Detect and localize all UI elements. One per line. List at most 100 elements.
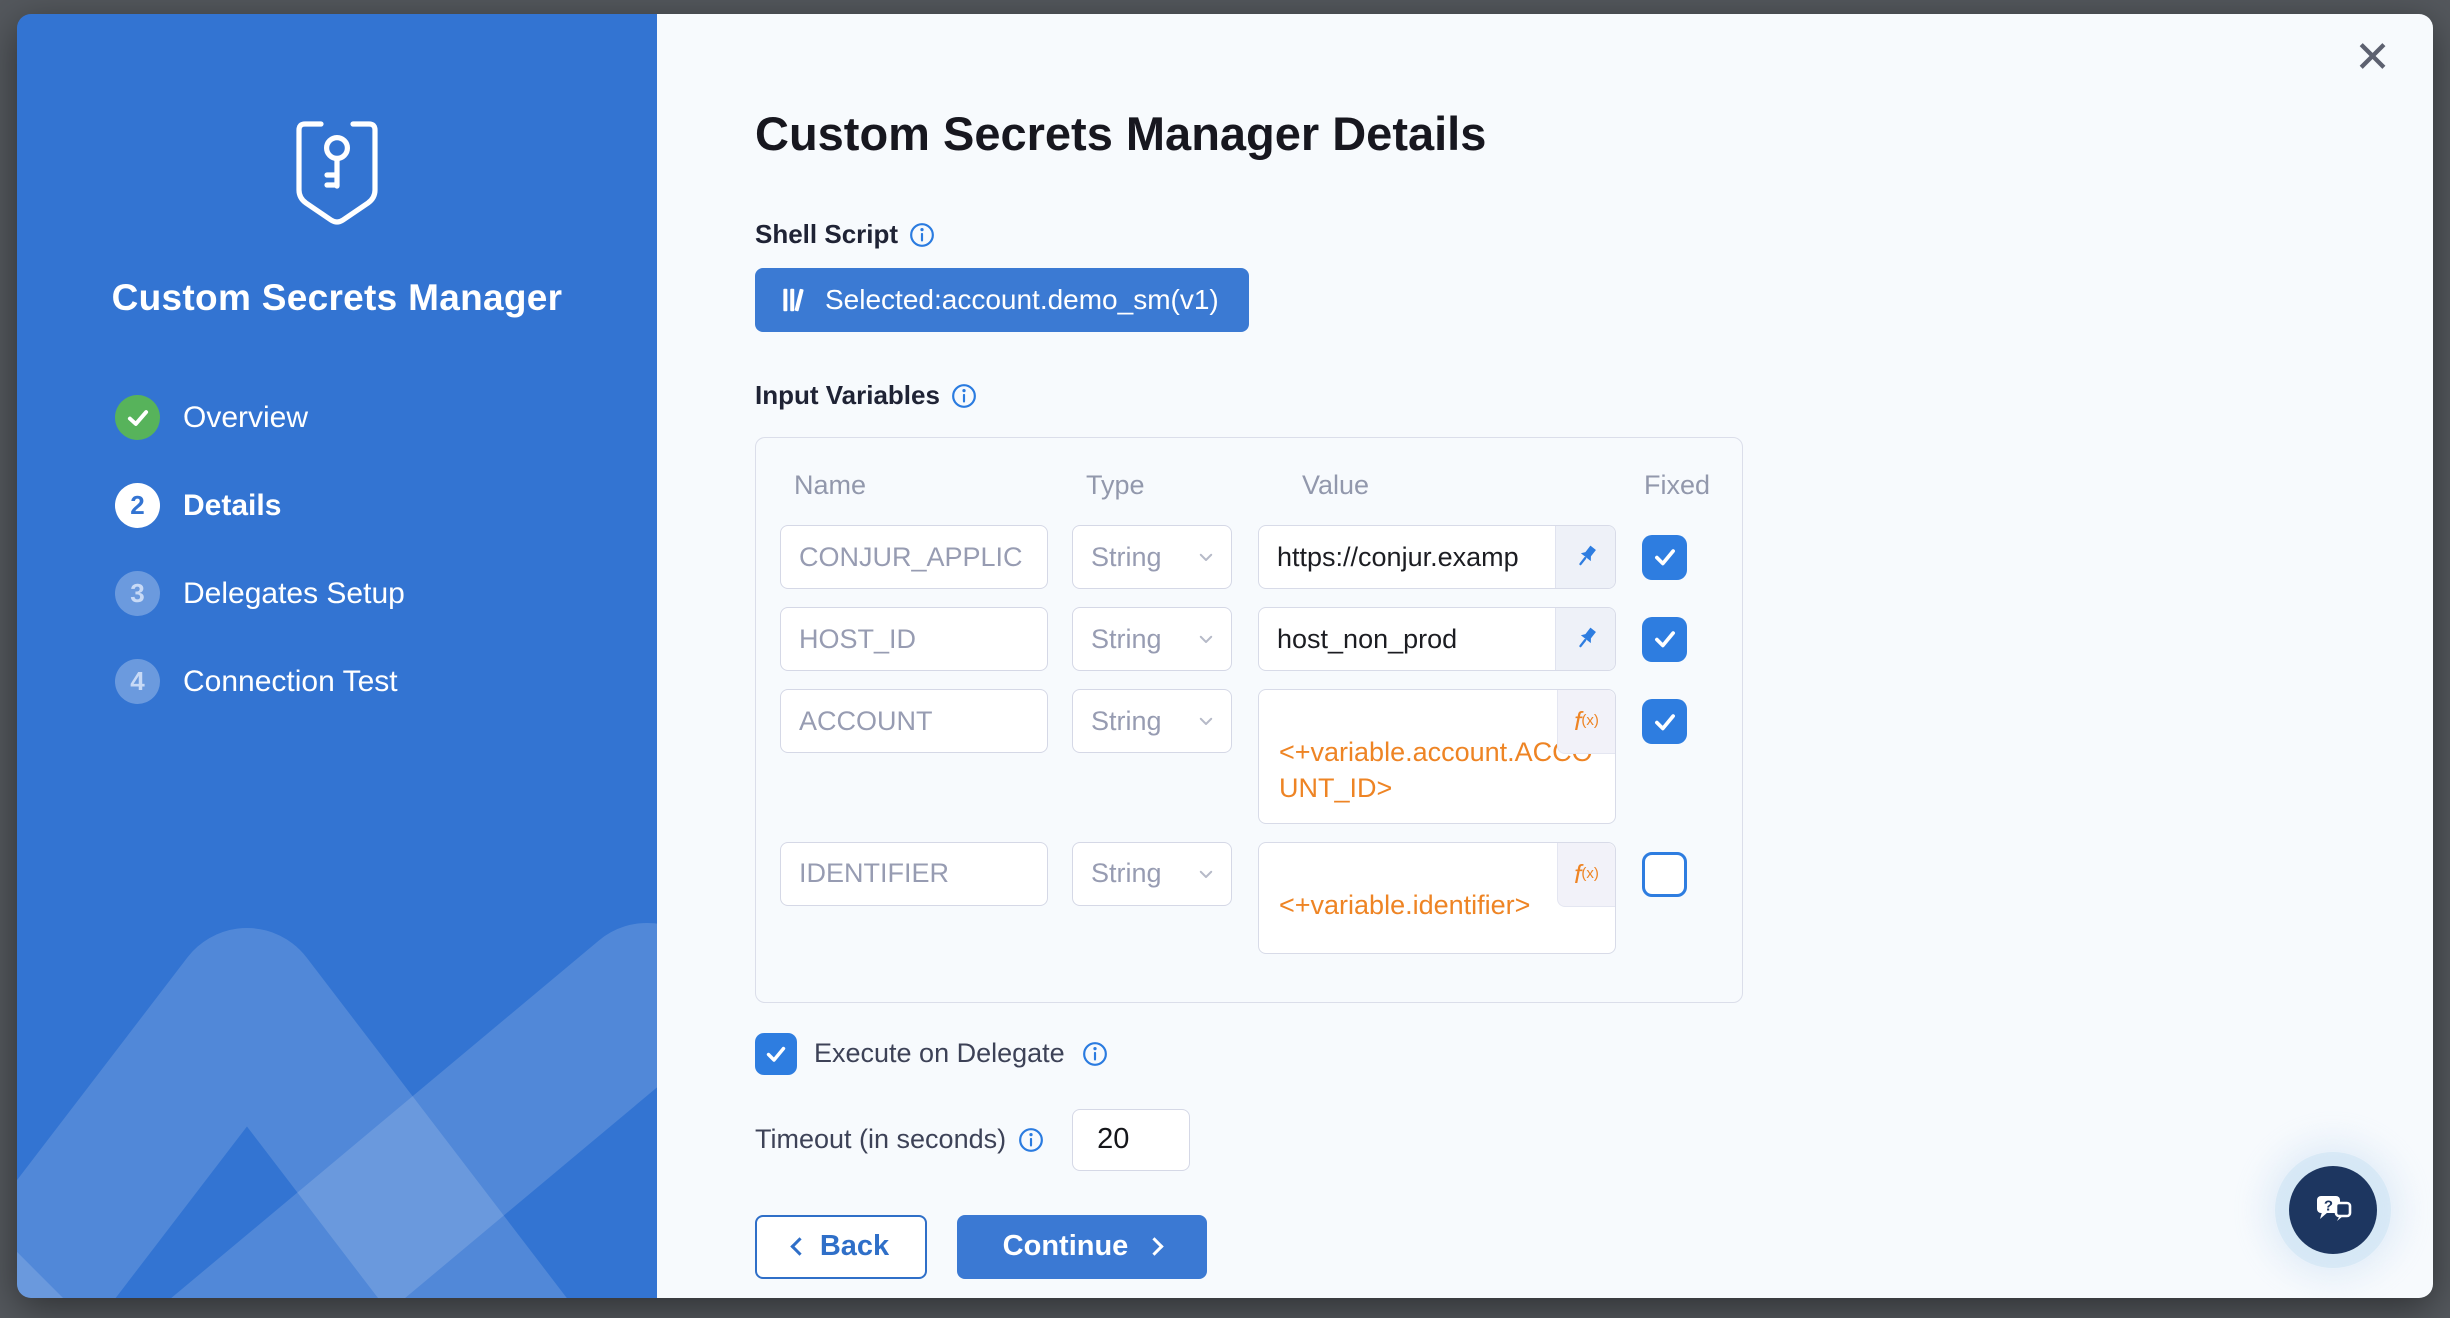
chevron-down-icon (1197, 630, 1215, 648)
step-status-circle: 1 (115, 395, 160, 440)
column-header-fixed: Fixed (1644, 470, 1718, 501)
table-row: String https://conjur.examp (780, 525, 1718, 589)
chevron-right-icon (1146, 1238, 1164, 1256)
step-number: 4 (130, 666, 144, 697)
step-label: Connection Test (183, 665, 398, 699)
step-label: Details (183, 489, 281, 523)
chevron-down-icon (1197, 865, 1215, 883)
table-row: String host_non_prod (780, 607, 1718, 671)
fixed-checkbox[interactable] (1642, 852, 1687, 897)
sidebar-step-details[interactable]: 2 Details (115, 483, 657, 528)
variable-value-text: https://conjur.examp (1259, 526, 1555, 588)
variable-expression-field[interactable]: <+variable.account.ACCOUNT_ID> f(x) (1258, 689, 1616, 824)
variable-type-value: String (1091, 858, 1162, 889)
check-icon (1652, 626, 1678, 652)
variable-name-input[interactable] (780, 607, 1048, 671)
step-done-check-icon (125, 405, 151, 431)
variable-value-field[interactable]: https://conjur.examp (1258, 525, 1616, 589)
input-variables-table: Name Type Value Fixed String https://con… (755, 437, 1743, 1003)
variable-type-select[interactable]: String (1072, 525, 1232, 589)
secrets-manager-shield-key-icon (287, 118, 387, 230)
shell-script-selected-label: Selected:account.demo_sm(v1) (825, 284, 1219, 316)
details-content: Custom Secrets Manager Details Shell Scr… (755, 106, 1875, 1279)
column-header-name: Name (794, 470, 1086, 501)
shell-script-label: Shell Script (755, 219, 898, 250)
table-row: String <+variable.identifier> f(x) (780, 842, 1718, 954)
back-button[interactable]: Back (755, 1215, 927, 1279)
chevron-down-icon (1197, 548, 1215, 566)
continue-button-label: Continue (1003, 1230, 1129, 1263)
variable-expression-text: <+variable.account.ACCOUNT_ID> (1279, 737, 1593, 803)
chevron-down-icon (1197, 712, 1215, 730)
svg-text:?: ? (2324, 1198, 2333, 1215)
variable-type-value: String (1091, 624, 1162, 655)
fixed-checkbox[interactable] (1642, 617, 1687, 662)
column-header-value: Value (1272, 470, 1644, 501)
sidebar-title: Custom Secrets Manager (17, 277, 657, 319)
execute-on-delegate-label: Execute on Delegate (814, 1038, 1065, 1069)
timeout-input[interactable] (1072, 1109, 1190, 1171)
input-variables-label: Input Variables (755, 380, 940, 411)
table-row: String <+variable.account.ACCOUNT_ID> f(… (780, 689, 1718, 824)
close-icon[interactable]: ✕ (2354, 36, 2391, 80)
fx-expression-icon[interactable]: f(x) (1557, 690, 1615, 754)
sidebar-step-connection-test[interactable]: 4 Connection Test (115, 659, 657, 704)
help-chat-button[interactable]: ? (2289, 1166, 2377, 1254)
variable-name-input[interactable] (780, 525, 1048, 589)
timeout-label: Timeout (in seconds) (755, 1124, 1006, 1155)
step-status-circle: 2 (115, 483, 160, 528)
check-icon (1652, 709, 1678, 735)
step-label: Overview (183, 401, 308, 435)
input-variables-info-icon[interactable] (951, 383, 977, 409)
logo-wrap (17, 118, 657, 235)
brand-watermark (17, 808, 657, 1298)
execute-on-delegate-row: Execute on Delegate (755, 1033, 1875, 1075)
variable-type-select[interactable]: String (1072, 689, 1232, 753)
fixed-checkbox[interactable] (1642, 535, 1687, 580)
continue-button[interactable]: Continue (957, 1215, 1207, 1279)
timeout-info-icon[interactable] (1018, 1127, 1044, 1153)
shell-script-info-icon[interactable] (909, 222, 935, 248)
variable-type-value: String (1091, 542, 1162, 573)
pin-icon[interactable] (1555, 526, 1615, 588)
sidebar-step-delegates-setup[interactable]: 3 Delegates Setup (115, 571, 657, 616)
chevron-left-icon (790, 1238, 808, 1256)
execute-on-delegate-info-icon[interactable] (1082, 1041, 1108, 1067)
help-chat-icon: ? (2309, 1186, 2357, 1234)
shell-script-selected-button[interactable]: Selected:account.demo_sm(v1) (755, 268, 1249, 332)
pin-icon[interactable] (1555, 608, 1615, 670)
wizard-sidebar: Custom Secrets Manager 1 Overview 2 Deta… (17, 14, 657, 1298)
variable-type-select[interactable]: String (1072, 842, 1232, 906)
column-header-type: Type (1086, 470, 1272, 501)
variable-type-select[interactable]: String (1072, 607, 1232, 671)
input-variables-label-row: Input Variables (755, 380, 1875, 411)
variable-name-input[interactable] (780, 842, 1048, 906)
step-status-circle: 3 (115, 571, 160, 616)
check-icon (1652, 544, 1678, 570)
variable-value-field[interactable]: host_non_prod (1258, 607, 1616, 671)
execute-on-delegate-checkbox[interactable] (755, 1033, 797, 1075)
variable-value-text: host_non_prod (1259, 608, 1555, 670)
variable-name-input[interactable] (780, 689, 1048, 753)
custom-secrets-manager-dialog: Custom Secrets Manager 1 Overview 2 Deta… (17, 14, 2433, 1298)
fixed-checkbox[interactable] (1642, 699, 1687, 744)
back-button-label: Back (820, 1230, 889, 1263)
step-number: 2 (130, 490, 144, 521)
check-icon (764, 1042, 788, 1066)
sidebar-step-overview[interactable]: 1 Overview (115, 395, 657, 440)
table-header: Name Type Value Fixed (780, 470, 1718, 501)
table-rows: String https://conjur.examp (780, 525, 1718, 954)
fx-expression-icon[interactable]: f(x) (1557, 843, 1615, 907)
timeout-row: Timeout (in seconds) (755, 1109, 1875, 1171)
details-panel: ✕ Custom Secrets Manager Details Shell S… (657, 14, 2433, 1298)
wizard-steps: 1 Overview 2 Details 3 Delegates Setup 4 (17, 395, 657, 704)
shell-script-label-row: Shell Script (755, 219, 1875, 250)
step-status-circle: 4 (115, 659, 160, 704)
variable-expression-text: <+variable.identifier> (1279, 890, 1530, 920)
step-label: Delegates Setup (183, 577, 405, 611)
variable-expression-field[interactable]: <+variable.identifier> f(x) (1258, 842, 1616, 954)
variable-type-value: String (1091, 706, 1162, 737)
page-title: Custom Secrets Manager Details (755, 106, 1875, 161)
wizard-buttons-row: Back Continue (755, 1215, 1875, 1279)
step-number: 3 (130, 578, 144, 609)
